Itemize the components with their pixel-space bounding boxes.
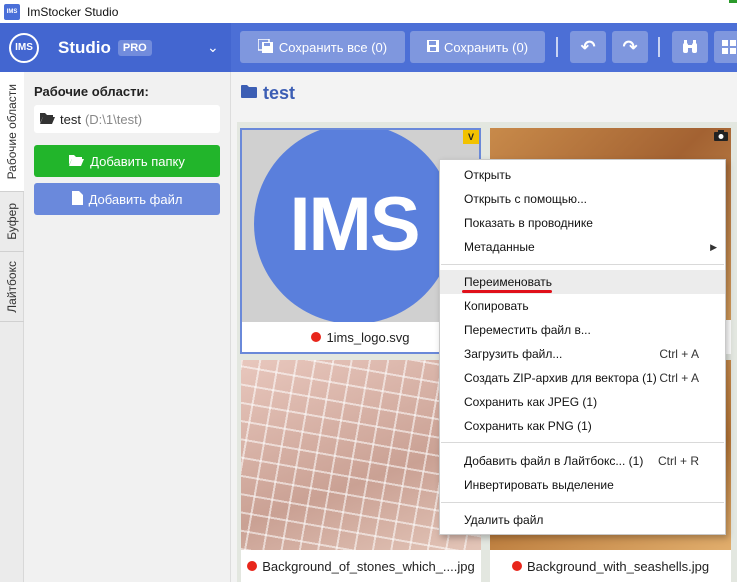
- menu-item-invert-selection[interactable]: Инвертировать выделение: [440, 473, 725, 497]
- app-header: IMS Studio PRO ⌄ Сохранить все (0) Сохра…: [0, 23, 737, 72]
- menu-item-add-to-lightbox[interactable]: Добавить файл в Лайтбокс... (1) Ctrl + R: [440, 449, 725, 473]
- menu-item-label: Переименовать: [464, 275, 552, 289]
- tab-workspaces[interactable]: Рабочие области: [0, 72, 24, 192]
- add-folder-button[interactable]: Добавить папку: [34, 145, 220, 177]
- save-button[interactable]: Сохранить (0): [410, 31, 545, 63]
- folder-open-icon: [40, 112, 55, 127]
- save-icon: [426, 39, 439, 55]
- folder-icon: [241, 84, 257, 103]
- menu-item-label: Открыть: [464, 168, 512, 182]
- vertical-tab-bar: Рабочие области Буфер Лайтбокс: [0, 72, 24, 582]
- menu-divider: [441, 264, 724, 265]
- file-name-text: Background_with_seashells.jpg: [526, 558, 710, 574]
- menu-item-label: Загрузить файл...: [464, 347, 563, 361]
- menu-item-label: Копировать: [464, 299, 529, 313]
- menu-item-label: Удалить файл: [464, 513, 544, 527]
- menu-item-label: Открыть с помощью...: [464, 192, 588, 206]
- menu-item-shortcut: Ctrl + R: [657, 454, 699, 468]
- file-name-text: 1ims_logo.svg: [326, 329, 410, 345]
- menu-divider: [441, 502, 724, 503]
- workspace-path: (D:\1\test): [84, 111, 143, 127]
- menu-item-save-as-jpeg[interactable]: Сохранить как JPEG (1): [440, 390, 725, 414]
- tab-lightbox-label: Лайтбокс: [5, 260, 19, 313]
- titlebar-accent: [729, 0, 737, 3]
- context-menu: Открыть Открыть с помощью... Показать в …: [439, 159, 726, 535]
- menu-item-save-as-png[interactable]: Сохранить как PNG (1): [440, 414, 725, 438]
- toolbar-divider: [658, 37, 660, 57]
- undo-icon[interactable]: ↶: [570, 31, 606, 63]
- menu-item-show-in-explorer[interactable]: Показать в проводнике: [440, 211, 725, 235]
- folder-title-text: test: [263, 83, 296, 103]
- menu-item-move-file[interactable]: Переместить файл в...: [440, 318, 725, 342]
- menu-item-shortcut: Ctrl + A: [659, 371, 699, 385]
- submenu-arrow-icon: ▶: [710, 241, 717, 252]
- menu-item-delete-file[interactable]: Удалить файл: [440, 508, 725, 532]
- file-name: Background_of_stones_which_....jpg: [241, 550, 481, 582]
- folder-title: test: [241, 83, 295, 104]
- save-label: Сохранить (0): [443, 39, 529, 55]
- menu-divider: [441, 442, 724, 443]
- menu-item-shortcut: Ctrl + A: [659, 347, 699, 361]
- save-all-icon: [257, 37, 274, 56]
- menu-item-upload-file[interactable]: Загрузить файл... Ctrl + A: [440, 342, 725, 366]
- menu-item-label: Показать в проводнике: [464, 216, 593, 230]
- tab-buffer-label: Буфер: [5, 203, 19, 240]
- tab-buffer[interactable]: Буфер: [0, 192, 24, 252]
- menu-item-copy[interactable]: Копировать: [440, 294, 725, 318]
- menu-item-open-with[interactable]: Открыть с помощью...: [440, 187, 725, 211]
- menu-item-label: Инвертировать выделение: [464, 478, 614, 492]
- studio-switcher[interactable]: IMS Studio PRO ⌄: [0, 23, 231, 72]
- status-dot: [511, 561, 522, 571]
- workspace-name: test: [60, 111, 81, 127]
- menu-item-label: Переместить файл в...: [464, 323, 591, 337]
- window-title: ImStocker Studio: [27, 4, 119, 19]
- menu-item-label: Создать ZIP-архив для вектора (1): [464, 371, 657, 385]
- status-dot: [311, 332, 322, 342]
- sidebar: Рабочие области: test (D:\1\test) Добави…: [24, 72, 231, 582]
- app-window: IMS ImStocker Studio IMS Studio PRO ⌄ Со…: [0, 0, 737, 582]
- add-file-label: Добавить файл: [88, 191, 183, 207]
- rename-underline-annotation: [462, 290, 552, 293]
- toolbar-divider: [556, 37, 558, 57]
- file-icon: [71, 190, 83, 208]
- tab-workspaces-label: Рабочие области: [5, 83, 19, 180]
- status-dot: [247, 561, 258, 571]
- title-bar: IMS ImStocker Studio: [0, 0, 737, 23]
- menu-item-label: Метаданные: [464, 240, 535, 254]
- menu-item-label: Добавить файл в Лайтбокс... (1): [464, 454, 644, 468]
- menu-item-label: Сохранить как JPEG (1): [464, 395, 598, 409]
- vector-badge: V: [463, 130, 479, 144]
- ims-logo: IMS: [9, 32, 39, 63]
- menu-item-open[interactable]: Открыть: [440, 163, 725, 187]
- menu-item-metadata[interactable]: Метаданные ▶: [440, 235, 725, 259]
- binoculars-icon[interactable]: [672, 31, 708, 63]
- file-name: Background_with_seashells.jpg: [490, 550, 731, 582]
- save-all-button[interactable]: Сохранить все (0): [240, 31, 405, 63]
- grid-view-icon[interactable]: [714, 31, 737, 63]
- camera-icon: [714, 130, 728, 142]
- add-folder-label: Добавить папку: [90, 153, 185, 169]
- pro-badge: PRO: [117, 39, 152, 56]
- save-all-label: Сохранить все (0): [278, 39, 388, 55]
- workspaces-heading: Рабочие области:: [34, 84, 149, 99]
- menu-item-create-zip[interactable]: Создать ZIP-архив для вектора (1) Ctrl +…: [440, 366, 725, 390]
- app-icon: IMS: [4, 3, 20, 20]
- brand-name: Studio: [58, 37, 111, 57]
- tab-lightbox[interactable]: Лайтбокс: [0, 252, 24, 322]
- folder-open-icon: [69, 154, 85, 169]
- redo-icon[interactable]: ↷: [612, 31, 648, 63]
- ims-logo-preview: IMS: [254, 130, 454, 322]
- workspace-item-test[interactable]: test (D:\1\test): [34, 105, 220, 133]
- menu-item-label: Сохранить как PNG (1): [464, 419, 592, 433]
- chevron-down-icon[interactable]: ⌄: [207, 39, 219, 56]
- add-file-button[interactable]: Добавить файл: [34, 183, 220, 215]
- file-name-text: Background_of_stones_which_....jpg: [262, 558, 475, 574]
